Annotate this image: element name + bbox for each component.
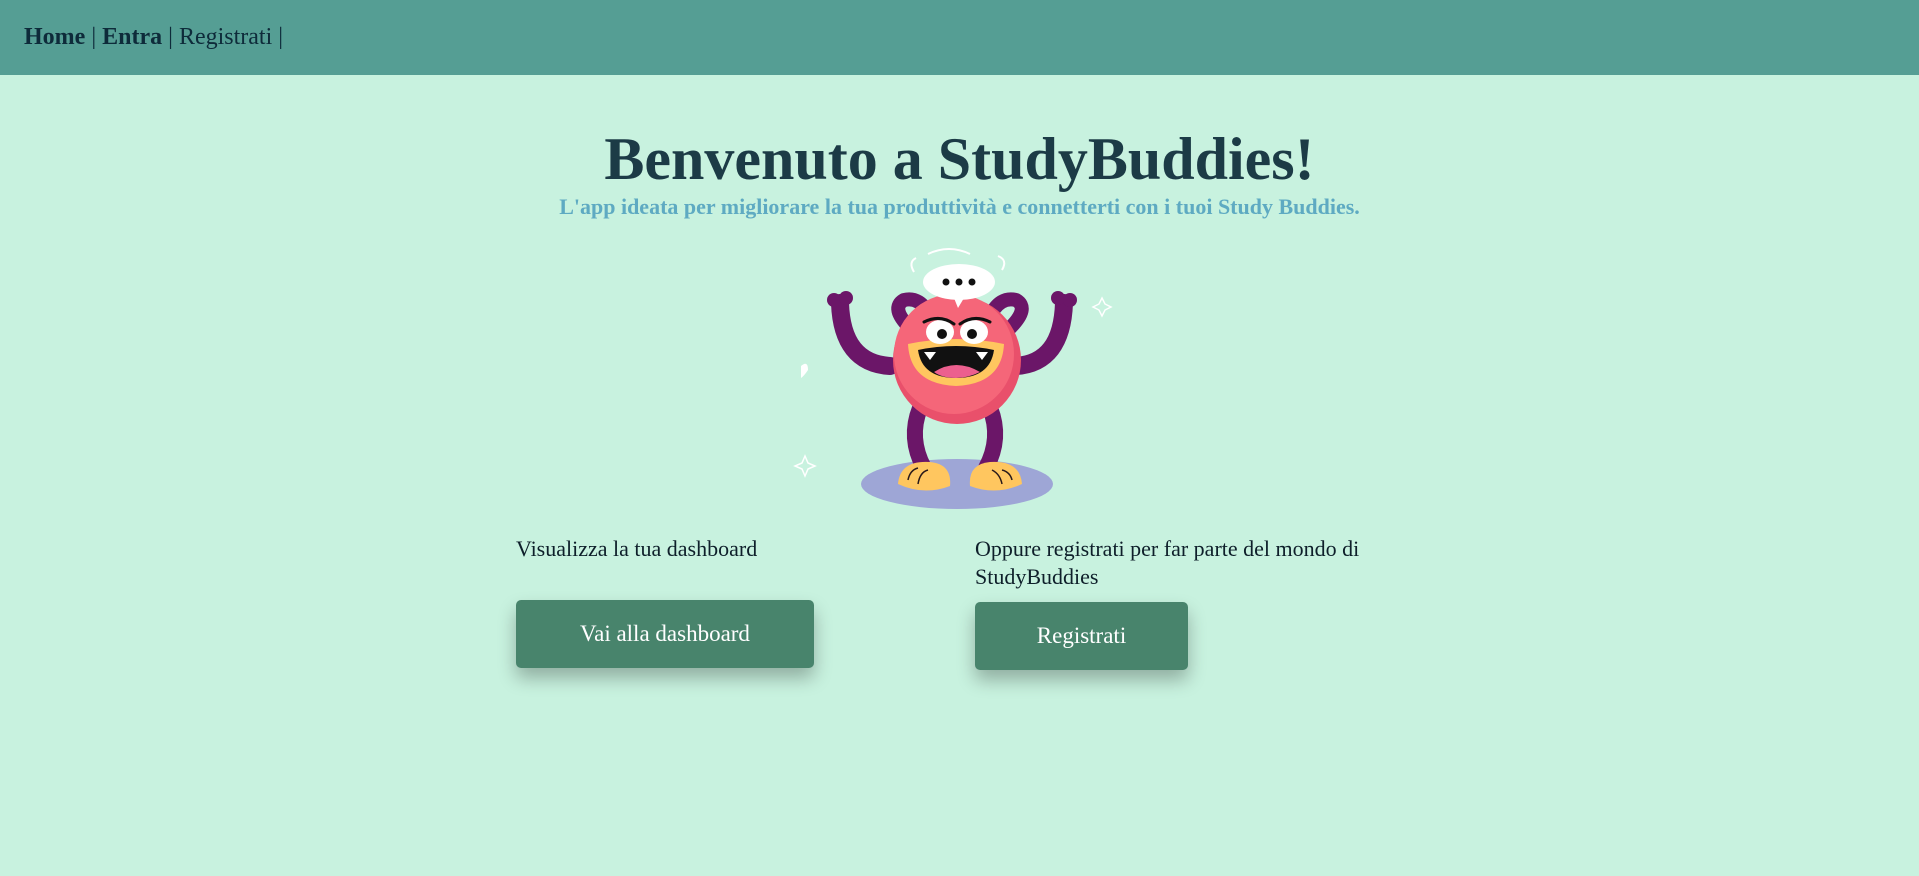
dashboard-section: Visualizza la tua dashboard — [516, 535, 936, 563]
nav-separator: | — [168, 24, 173, 50]
monster-mascot-illustration — [790, 248, 1120, 518]
nav-separator: | — [91, 24, 97, 50]
nav-home-link[interactable]: Home — [24, 24, 85, 51]
page-title: Benvenuto a StudyBuddies! — [604, 126, 1315, 192]
navbar: Home | Entra | Registrati | — [0, 0, 1919, 75]
register-button[interactable]: Registrati — [975, 602, 1188, 670]
nav-login-link[interactable]: Entra — [102, 24, 162, 51]
dashboard-button[interactable]: Vai alla dashboard — [516, 600, 814, 668]
signup-section: Oppure registrati per far parte del mond… — [975, 535, 1415, 591]
dashboard-text: Visualizza la tua dashboard — [516, 536, 758, 561]
nav-separator: | — [278, 24, 284, 50]
signup-text: Oppure registrati per far parte del mond… — [975, 536, 1360, 589]
page-subtitle: L'app ideata per migliorare la tua produ… — [559, 194, 1360, 219]
nav-register-link[interactable]: Registrati — [179, 24, 272, 51]
